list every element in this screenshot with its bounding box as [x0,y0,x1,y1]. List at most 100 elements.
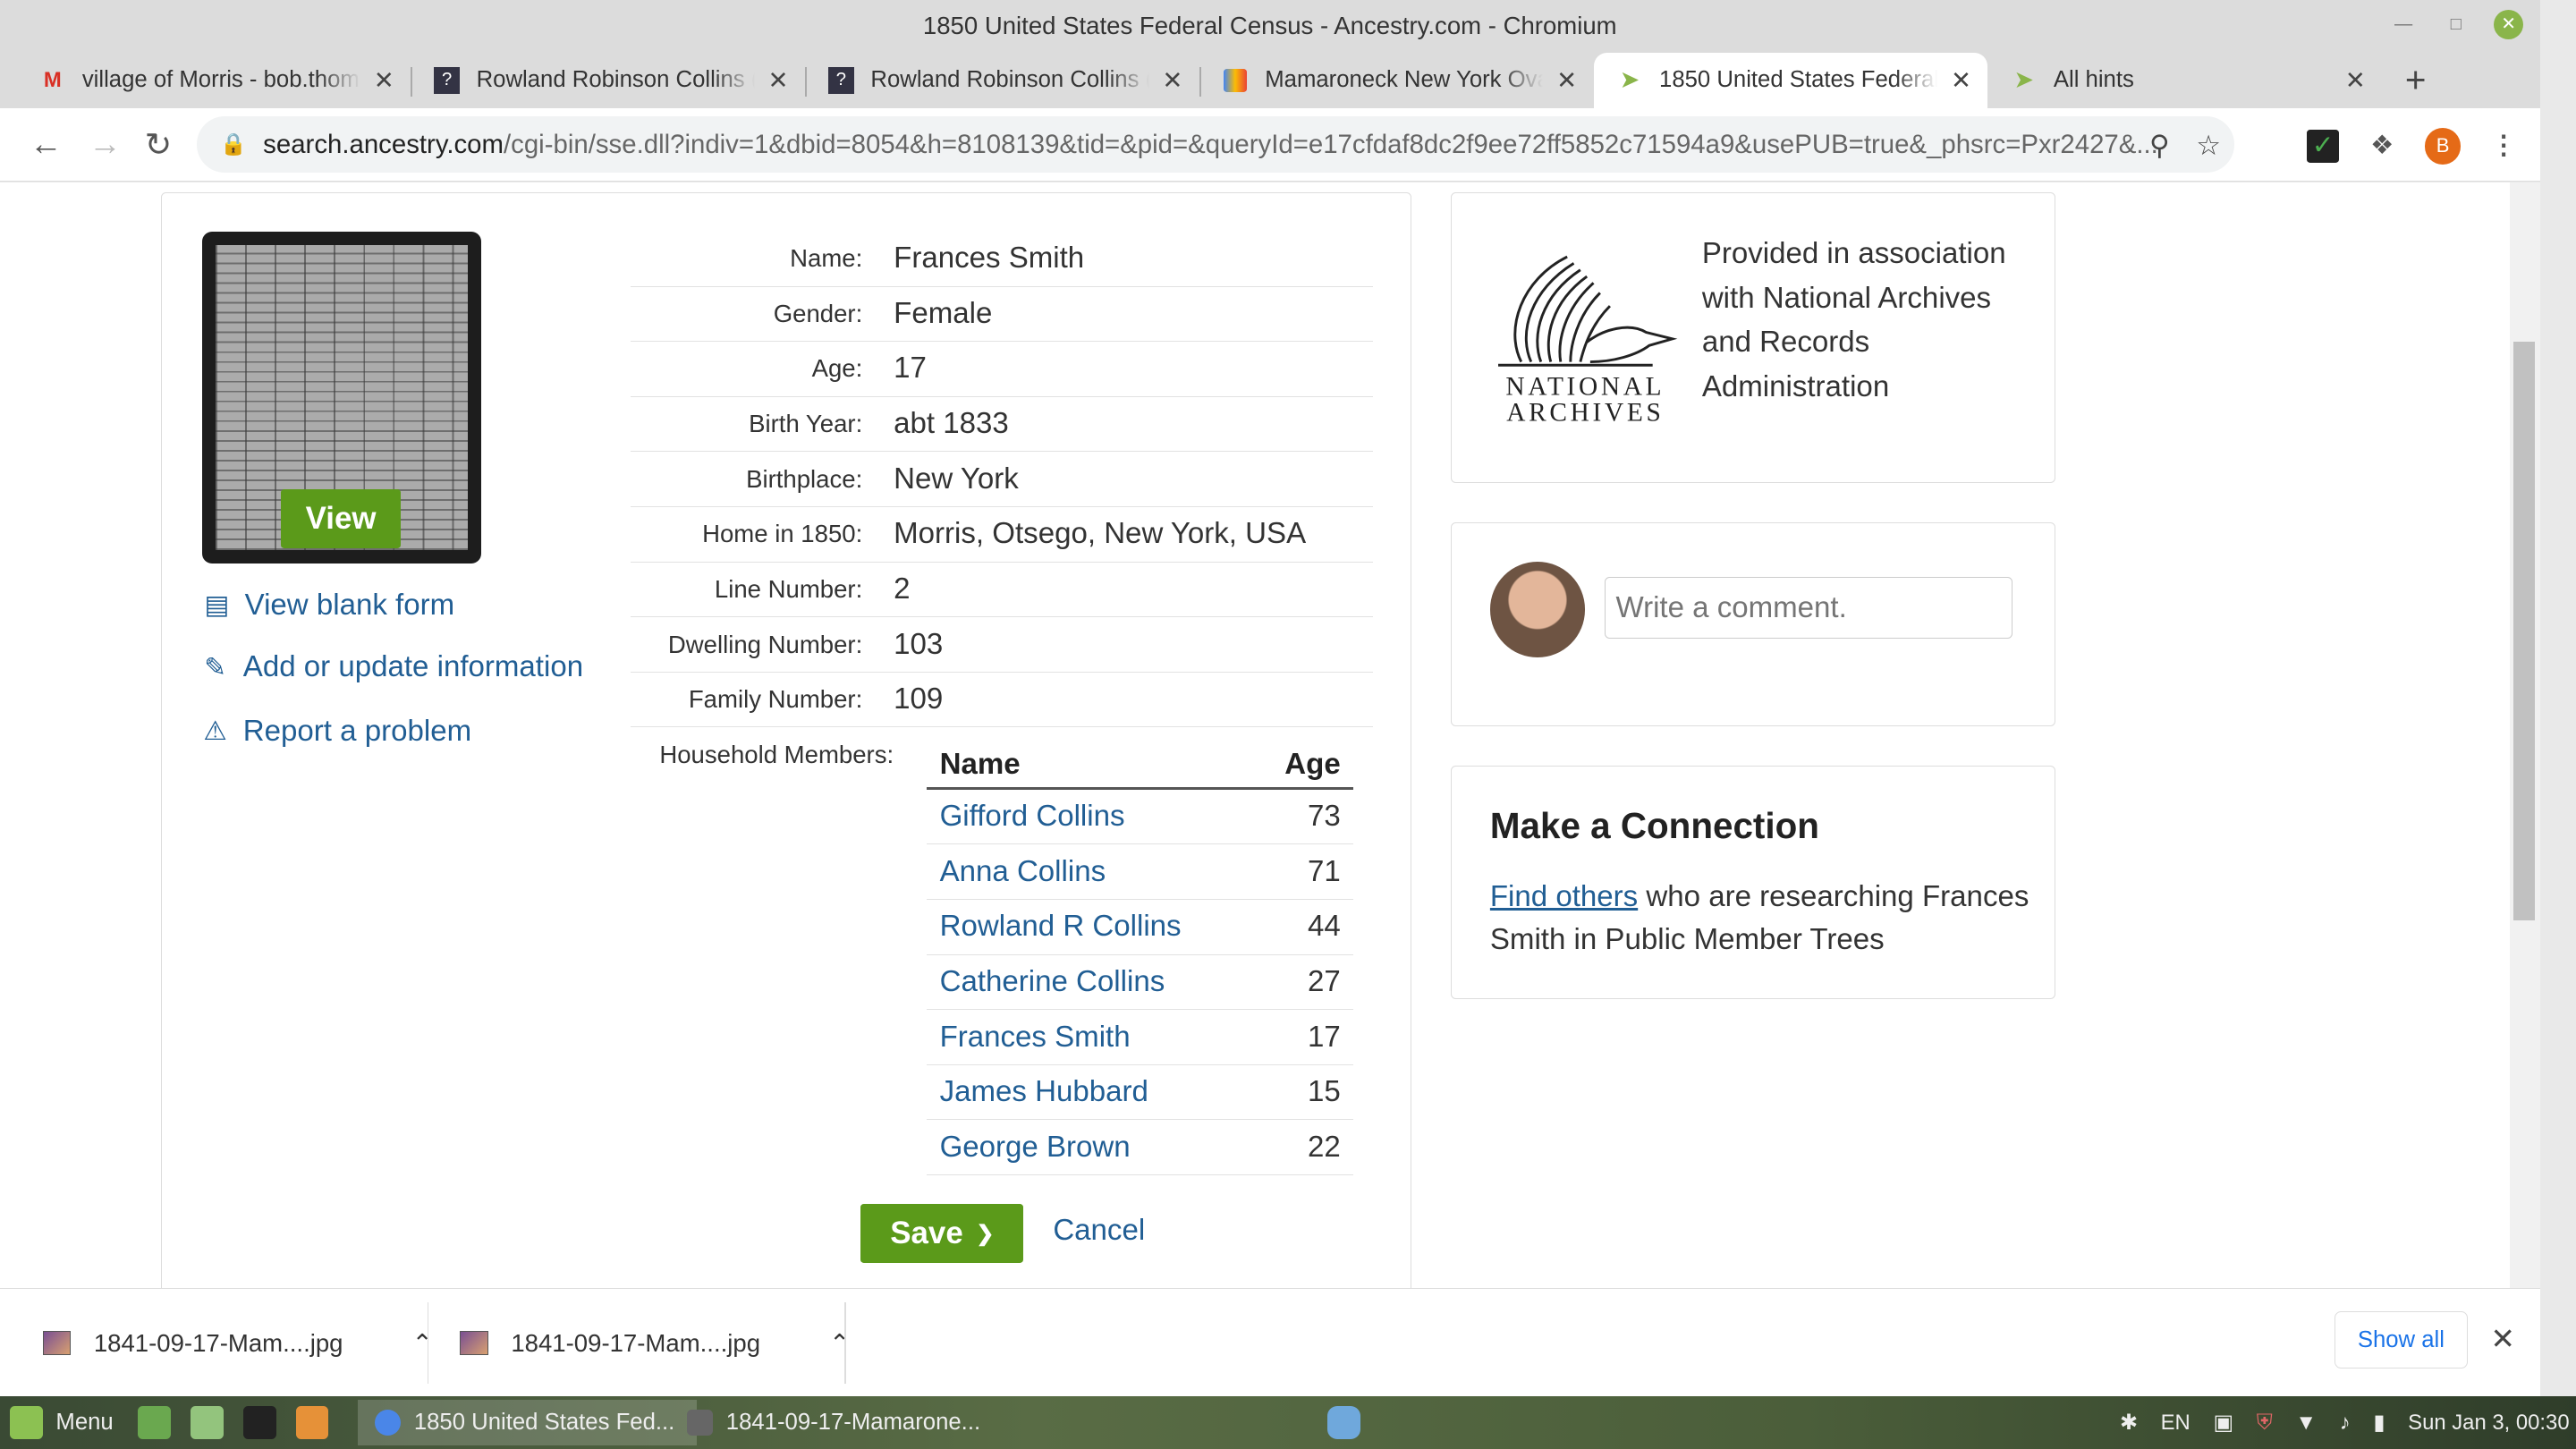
tab-mamaroneck[interactable]: Mamaroneck New York Ova ✕ [1182,53,1593,108]
national-archives-logo: NATIONAL ARCHIVES [1488,247,1682,428]
display-icon[interactable]: ▣ [2214,1410,2234,1436]
forward-arrow-icon[interactable]: → [89,125,122,163]
tab-findagrave-1[interactable]: ? Rowland Robinson Collins ( ✕ [394,53,805,108]
reload-icon[interactable]: ↻ [145,125,173,164]
os-taskbar: Menu 1850 United States Fed... 1841-09-1… [0,1396,2576,1449]
ancestry-leaf-icon: ➤ [2014,68,2033,93]
tab-strip: M village of Morris - bob.thom ✕ ? Rowla… [0,52,2540,109]
shield-icon[interactable]: ⛨ [2257,1411,2273,1436]
household-row: Catherine Collins 27 [926,955,1354,1011]
download-item[interactable]: 1841-09-17-Mam....jpg ⌃ [460,1289,850,1397]
tab-gmail[interactable]: M village of Morris - bob.thom ✕ [0,53,411,108]
close-tab-icon[interactable]: ✕ [374,66,394,95]
downloads-bar: 1841-09-17-Mam....jpg ⌃ 1841-09-17-Mam..… [0,1287,2540,1398]
report-problem-link[interactable]: ⚠ Report a problem [200,715,471,749]
svg-text:NATIONAL: NATIONAL [1505,372,1665,401]
find-others-link[interactable]: Find others [1490,880,1638,913]
cloud-icon[interactable] [1327,1396,1360,1449]
add-update-info-link[interactable]: ✎ Add or update information [200,650,583,684]
close-tab-icon[interactable]: ✕ [1951,66,1971,95]
household-member-link[interactable]: Catherine Collins [940,965,1165,999]
network-icon[interactable]: ▼ [2295,1411,2317,1436]
mint-logo-icon [10,1406,43,1439]
close-tab-icon[interactable]: ✕ [1162,66,1182,95]
fact-row: Birth Year: abt 1833 [631,397,1374,453]
household-members-label: Household Members: [659,741,894,769]
household-header: Name Age [926,742,1354,790]
show-all-downloads-button[interactable]: Show all [2334,1310,2468,1369]
scrollbar-thumb[interactable] [2513,342,2536,920]
address-bar[interactable]: 🔒 search.ancestry.com/cgi-bin/sse.dll?in… [197,116,2234,173]
view-image-button[interactable]: View [281,489,402,549]
bluetooth-icon[interactable]: ✱ [2120,1410,2138,1436]
back-arrow-icon[interactable]: ← [30,125,63,163]
chromium-icon [374,1409,402,1436]
comment-input[interactable] [1605,576,2012,640]
household-member-link[interactable]: George Brown [940,1131,1131,1165]
pdf-icon: ▤ [204,590,230,621]
household-row: Rowland R Collins 44 [926,900,1354,955]
keyboard-layout[interactable]: EN [2161,1411,2190,1436]
close-downloads-icon[interactable]: ✕ [2490,1321,2515,1357]
system-tray: ✱ EN ▣ ⛨ ▼ ♪ ▮ Sun Jan 3, 00:30 [2120,1396,2570,1449]
close-tab-icon[interactable]: ✕ [2345,66,2366,95]
close-tab-icon[interactable]: ✕ [768,66,789,95]
tab-all-hints[interactable]: ➤ All hints ✕ [1971,53,2382,108]
zoom-icon[interactable]: ⚲ [2149,130,2170,162]
cancel-link[interactable]: Cancel [1053,1214,1145,1248]
profile-avatar[interactable]: B [2424,128,2462,165]
browser-toolbar: ← → ↻ 🔒 search.ancestry.com/cgi-bin/sse.… [0,108,2540,182]
household-row: George Brown 22 [926,1120,1354,1176]
clock[interactable]: Sun Jan 3, 00:30 [2408,1411,2569,1436]
firefox-icon[interactable] [295,1406,329,1439]
terminal-icon[interactable] [242,1406,276,1439]
household-member-link[interactable]: James Hubbard [940,1075,1148,1109]
bag-icon [1223,67,1249,93]
view-blank-form-link[interactable]: ▤ View blank form [202,589,455,623]
findagrave-icon: ? [433,67,461,94]
star-icon[interactable]: ☆ [2196,130,2221,162]
svg-text:ARCHIVES: ARCHIVES [1506,398,1664,427]
chevron-up-icon[interactable]: ⌃ [412,1329,433,1358]
chevron-up-icon[interactable]: ⌃ [829,1329,850,1358]
download-item[interactable]: 1841-09-17-Mam....jpg ⌃ [42,1289,433,1397]
folder-icon[interactable] [191,1406,224,1439]
user-avatar [1489,562,1586,657]
puzzle-extensions-icon[interactable]: ❖ [2366,130,2399,163]
volume-icon[interactable]: ♪ [2340,1411,2351,1436]
fact-row: Age: 17 [631,342,1374,397]
household-row: Gifford Collins 73 [926,790,1354,845]
maximize-button[interactable]: □ [2441,10,2470,39]
fact-row: Dwelling Number: 103 [631,617,1374,673]
minimize-button[interactable]: — [2389,10,2419,39]
ancestry-leaf-icon: ➤ [1620,68,1639,93]
close-tab-icon[interactable]: ✕ [1556,66,1577,95]
fact-row: Home in 1850: Morris, Otsego, New York, U… [631,507,1374,563]
record-facts: Name: Frances Smith Gender: Female Age: 17 … [631,232,1374,728]
close-window-button[interactable]: ✕ [2494,10,2524,40]
household-member-link[interactable]: Anna Collins [940,855,1106,889]
fact-row: Birthplace: New York [631,452,1374,508]
checklist-extension-icon[interactable]: ✓ [2306,130,2340,163]
new-tab-button[interactable]: + [2405,59,2427,101]
household-row: James Hubbard 15 [926,1065,1354,1121]
task-chromium[interactable]: 1850 United States Fed... [358,1399,697,1446]
battery-icon[interactable]: ▮ [2373,1410,2385,1436]
fact-row: Family Number: 109 [631,673,1374,728]
household-member-link[interactable]: Rowland R Collins [940,910,1182,944]
gmail-icon: M [43,67,62,92]
connection-title: Make a Connection [1489,804,1819,846]
desktop-icon[interactable] [138,1406,171,1439]
start-menu-button[interactable]: Menu [10,1396,114,1449]
task-image-viewer[interactable]: 1841-09-17-Mamarone... [670,1400,1008,1445]
household-row: Frances Smith 17 [926,1010,1354,1065]
household-member-link[interactable]: Gifford Collins [940,800,1125,834]
lock-icon: 🔒 [220,132,247,157]
household-member-link[interactable]: Frances Smith [940,1021,1131,1055]
tab-census-active[interactable]: ➤ 1850 United States Federal ✕ [1593,52,1988,109]
tab-findagrave-2[interactable]: ? Rowland Robinson Collins ( ✕ [789,53,1199,108]
kebab-menu-icon[interactable]: ⋮ [2487,130,2521,163]
image-file-icon [460,1330,488,1356]
fact-row: Name: Frances Smith [631,232,1374,287]
save-button[interactable]: Save ❯ [860,1204,1024,1264]
